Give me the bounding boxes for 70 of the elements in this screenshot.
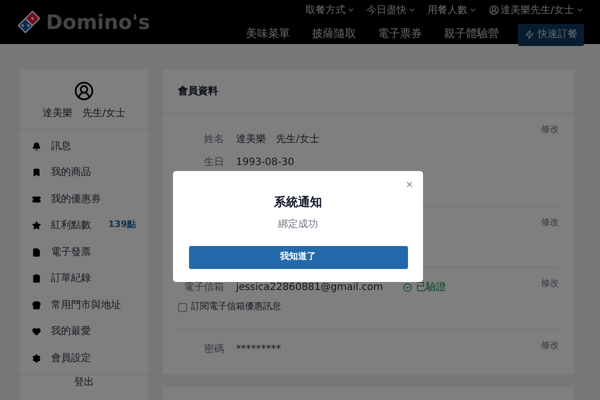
verified-label: 已驗證 <box>416 280 446 295</box>
field-label: 密碼 <box>203 342 224 357</box>
close-icon <box>405 180 414 189</box>
user-icon <box>488 5 499 15</box>
sidebar-item[interactable]: 我的商品 <box>20 160 148 186</box>
bookmark-icon <box>32 168 41 178</box>
field-value: 1993-08-30 <box>236 156 294 170</box>
acknowledge-button[interactable]: 我知道了 <box>188 246 408 269</box>
sidebar-item[interactable]: 我的最愛 <box>20 318 148 345</box>
sidebar-label: 紅利點數 <box>51 218 91 234</box>
check-icon <box>402 283 412 292</box>
subscribe-label: 訂閱電子信箱優惠訊息 <box>191 301 281 314</box>
utility-dropdown[interactable]: 今日盡快 <box>366 2 416 18</box>
nav-link[interactable]: 披薩隨取 <box>301 26 367 43</box>
lightning-icon <box>524 30 534 39</box>
sidebar-label: 我的商品 <box>51 166 91 180</box>
sidebar-label: 我的最愛 <box>51 324 91 340</box>
sidebar-label: 常用門市與地址 <box>51 298 121 313</box>
sidebar-label: 電子發票 <box>51 246 91 260</box>
utility-dropdown[interactable]: 取餐方式 <box>306 2 355 18</box>
caret-icon <box>468 6 477 14</box>
nav-link[interactable]: 親子體驗營 <box>433 26 510 43</box>
ticket-icon <box>32 194 41 204</box>
caret-icon <box>576 6 584 14</box>
avatar-icon <box>74 81 94 101</box>
utility-dropdown[interactable]: 用餐人數 <box>428 2 477 18</box>
clipboard-icon <box>32 274 41 284</box>
sidebar-item[interactable]: 電子發票 <box>20 239 148 266</box>
sidebar-label: 會員設定 <box>51 352 91 366</box>
subscribe-checkbox[interactable] <box>178 303 187 312</box>
field-label: 姓名 <box>203 133 224 147</box>
sidebar-label: 我的優惠券 <box>51 192 101 207</box>
account-menu[interactable]: 達美樂先生/女士 <box>488 2 584 18</box>
logout-button[interactable]: 登出 <box>20 374 148 392</box>
sidebar-item[interactable]: 紅利點數 139點 <box>20 212 148 239</box>
close-button[interactable] <box>405 180 414 189</box>
field-label: 電子信箱 <box>183 281 224 295</box>
caret-icon <box>408 6 416 14</box>
logo-text: Domino's <box>46 12 150 32</box>
sidebar-item[interactable]: 我的優惠券 <box>20 186 148 212</box>
nav-link[interactable]: 電子票券 <box>367 26 433 43</box>
document-icon <box>32 248 41 257</box>
dialog-message: 綁定成功 <box>278 218 318 232</box>
field-value: jessica22860881@gmail.com <box>236 281 383 295</box>
store-icon <box>32 300 41 310</box>
caret-icon <box>346 6 355 14</box>
heart-icon <box>32 327 41 336</box>
sidebar-label: 訂單紀錄 <box>51 272 91 286</box>
star-icon <box>32 221 41 230</box>
edit-link[interactable]: 修改 <box>541 278 559 292</box>
sidebar-item[interactable]: 訂單紀錄 <box>20 266 148 292</box>
settings-icon <box>32 354 41 363</box>
user-name: 達美樂 先生/女士 <box>42 106 126 121</box>
field-label: 生日 <box>203 156 224 170</box>
sidebar-item[interactable]: 訊息 <box>20 133 148 160</box>
edit-link[interactable]: 修改 <box>541 340 559 354</box>
edit-link[interactable]: 修改 <box>541 217 559 230</box>
edit-link[interactable]: 修改 <box>541 124 559 138</box>
points-count: 139點 <box>108 219 136 232</box>
card-title: 會員資料 <box>178 84 218 99</box>
logo-icon <box>16 11 42 33</box>
field-value: ********* <box>236 343 281 357</box>
sidebar-item[interactable]: 常用門市與地址 <box>20 292 148 318</box>
bell-icon <box>32 142 41 151</box>
sidebar-label: 訊息 <box>51 140 71 154</box>
quick-order-button[interactable]: 快速訂餐 <box>518 24 584 46</box>
dialog-title: 系統通知 <box>274 194 322 211</box>
field-value: 達美樂 先生/女士 <box>236 132 320 147</box>
sidebar-item[interactable]: 會員設定 <box>20 345 148 372</box>
nav-link[interactable]: 美味菜單 <box>235 26 301 43</box>
